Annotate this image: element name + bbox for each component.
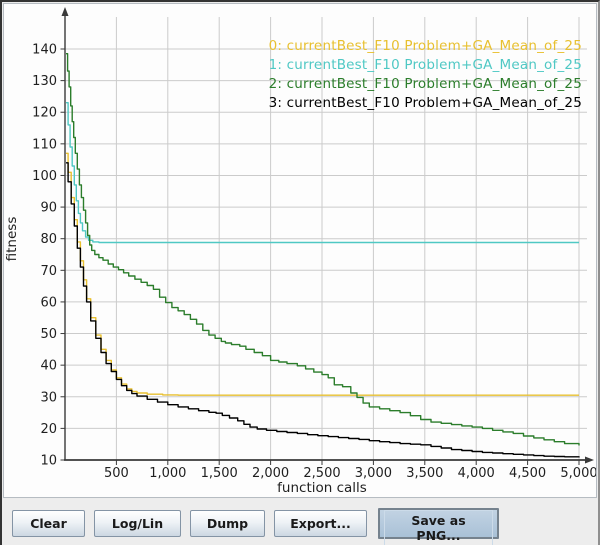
legend-item-series-3: 3: currentBest_F10 Problem+GA_Mean_of_25	[269, 94, 582, 113]
svg-text:1,500: 1,500	[201, 466, 238, 481]
dump-button[interactable]: Dump	[190, 510, 265, 537]
save-as-png-label: Save as PNG...	[384, 510, 493, 545]
svg-text:20: 20	[40, 422, 57, 437]
svg-text:3,500: 3,500	[406, 466, 443, 481]
svg-text:2,000: 2,000	[252, 466, 289, 481]
svg-text:60: 60	[40, 295, 57, 310]
svg-text:100: 100	[32, 169, 57, 184]
clear-button[interactable]: Clear	[12, 510, 85, 537]
chart-panel: 500 1,000 1,500 2,000 2,500 3,000 3,500 4,000 4,…	[3, 3, 597, 498]
legend-item-series-2: 2: currentBest_F10 Problem+GA_Mean_of_25	[269, 75, 582, 94]
svg-text:4,500: 4,500	[509, 466, 546, 481]
legend-item-series-1: 1: currentBest_F10 Problem+GA_Mean_of_25	[269, 56, 582, 75]
svg-text:50: 50	[40, 327, 57, 342]
plot-window: 500 1,000 1,500 2,000 2,500 3,000 3,500 4,000 4,…	[0, 0, 600, 545]
log-lin-button[interactable]: Log/Lin	[94, 510, 181, 537]
export-button[interactable]: Export...	[274, 510, 367, 537]
save-as-png-button[interactable]: Save as PNG...	[378, 508, 499, 539]
svg-text:function calls: function calls	[277, 480, 367, 496]
chart-legend: 0: currentBest_F10 Problem+GA_Mean_of_25…	[269, 37, 582, 113]
svg-text:90: 90	[40, 201, 57, 216]
svg-text:70: 70	[40, 264, 57, 279]
svg-text:140: 140	[32, 43, 57, 58]
svg-text:80: 80	[40, 232, 57, 247]
svg-text:1,000: 1,000	[149, 466, 186, 481]
svg-text:40: 40	[40, 359, 57, 374]
svg-text:10: 10	[40, 454, 57, 469]
svg-text:500: 500	[104, 466, 129, 481]
svg-text:5,000: 5,000	[560, 466, 596, 481]
svg-text:2,500: 2,500	[303, 466, 340, 481]
legend-item-series-0: 0: currentBest_F10 Problem+GA_Mean_of_25	[269, 37, 582, 56]
svg-text:30: 30	[40, 390, 57, 405]
svg-text:4,000: 4,000	[458, 466, 495, 481]
svg-text:110: 110	[32, 137, 57, 152]
svg-text:130: 130	[32, 74, 57, 89]
svg-text:fitness: fitness	[4, 217, 20, 262]
toolbar: Clear Log/Lin Dump Export... Save as PNG…	[2, 499, 600, 545]
svg-text:120: 120	[32, 106, 57, 121]
svg-text:3,000: 3,000	[355, 466, 392, 481]
